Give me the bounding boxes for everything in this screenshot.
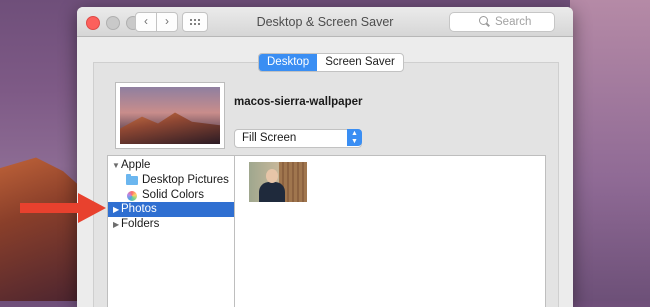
image-grid <box>234 155 546 307</box>
wallpaper-name: macos-sierra-wallpaper <box>234 96 363 108</box>
search-icon <box>479 16 488 25</box>
source-list: ▼ Apple Desktop Pictures Solid Colors ▶ … <box>107 155 234 307</box>
disclosure-triangle-icon[interactable]: ▶ <box>113 202 119 217</box>
source-item-solid-colors[interactable]: Solid Colors <box>108 188 234 203</box>
folder-icon <box>126 174 138 185</box>
source-item-folders[interactable]: ▶ Folders <box>108 217 234 232</box>
titlebar: ‹ › Desktop & Screen Saver Search <box>77 7 573 37</box>
wallpaper-thumbnail <box>120 87 220 144</box>
search-placeholder: Search <box>495 16 532 28</box>
tab-screen-saver[interactable]: Screen Saver <box>317 54 403 71</box>
tab-bar: Desktop Screen Saver <box>258 53 404 72</box>
desktop-background-sky <box>570 0 650 301</box>
annotation-arrow-icon <box>20 193 106 223</box>
system-preferences-window: ‹ › Desktop & Screen Saver Search Deskto… <box>77 7 573 307</box>
source-item-apple[interactable]: ▼ Apple <box>108 158 234 173</box>
color-wheel-icon <box>127 191 137 201</box>
search-input[interactable]: Search <box>449 12 555 32</box>
disclosure-triangle-icon[interactable]: ▶ <box>113 217 119 232</box>
disclosure-triangle-icon[interactable]: ▼ <box>112 158 120 173</box>
wallpaper-preview <box>115 82 225 149</box>
tab-desktop[interactable]: Desktop <box>259 54 318 71</box>
fit-mode-value: Fill Screen <box>242 132 297 144</box>
chevron-updown-icon: ▲ ▼ <box>347 129 362 146</box>
fit-mode-select[interactable]: Fill Screen ▲ ▼ <box>234 129 362 148</box>
source-item-desktop-pictures[interactable]: Desktop Pictures <box>108 173 234 188</box>
source-item-photos[interactable]: ▶ Photos <box>108 202 234 217</box>
photo-thumbnail[interactable] <box>249 162 307 202</box>
